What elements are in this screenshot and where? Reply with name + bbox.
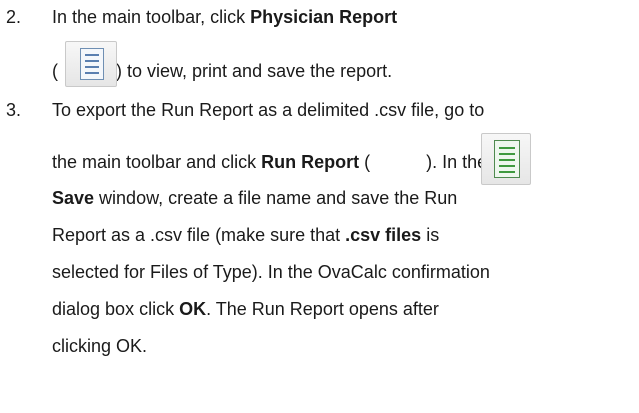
step3-text: . The Run Report opens after: [206, 299, 439, 319]
step3-line3: Save window, create a file name and save…: [52, 188, 457, 209]
step2-text: In the main toolbar, click: [52, 7, 251, 27]
step2-line1: In the main toolbar, click Physician Rep…: [52, 7, 397, 28]
run-report-icon: [494, 140, 520, 178]
step3-text-post: ). In the: [426, 152, 488, 172]
step-number-3: 3.: [6, 100, 22, 120]
physician-report-label: Physician Report: [250, 7, 398, 27]
step3-line1: To export the Run Report as a delimited …: [52, 100, 485, 120]
step3-paren-open: (: [359, 152, 371, 172]
step3-text: is: [421, 225, 440, 245]
csv-files-label: .csv files: [345, 225, 422, 245]
step-number-2: 2.: [6, 7, 22, 27]
step2-text-post: ) to view, print and save the report.: [116, 61, 393, 81]
save-label: Save: [52, 188, 95, 208]
physician-report-icon: [80, 48, 104, 80]
step3-text: dialog box click: [52, 299, 180, 319]
physician-report-button: [65, 41, 117, 87]
step3-line4: Report as a .csv file (make sure that .c…: [52, 225, 439, 246]
run-report-button: [481, 133, 531, 185]
step3-line2: the main toolbar and click Run Report ()…: [52, 152, 487, 173]
ok-label: OK: [179, 299, 207, 319]
step3-line6: dialog box click OK. The Run Report open…: [52, 299, 439, 320]
step2-paren-open: (: [52, 61, 58, 81]
step3-text: the main toolbar and click: [52, 152, 262, 172]
step3-line7: clicking OK.: [52, 336, 148, 356]
run-report-label: Run Report: [261, 152, 360, 172]
step3-line5: selected for Files of Type). In the OvaC…: [52, 262, 490, 282]
step3-text: Report as a .csv file (make sure that: [52, 225, 346, 245]
step3-text: window, create a file name and save the …: [94, 188, 458, 208]
